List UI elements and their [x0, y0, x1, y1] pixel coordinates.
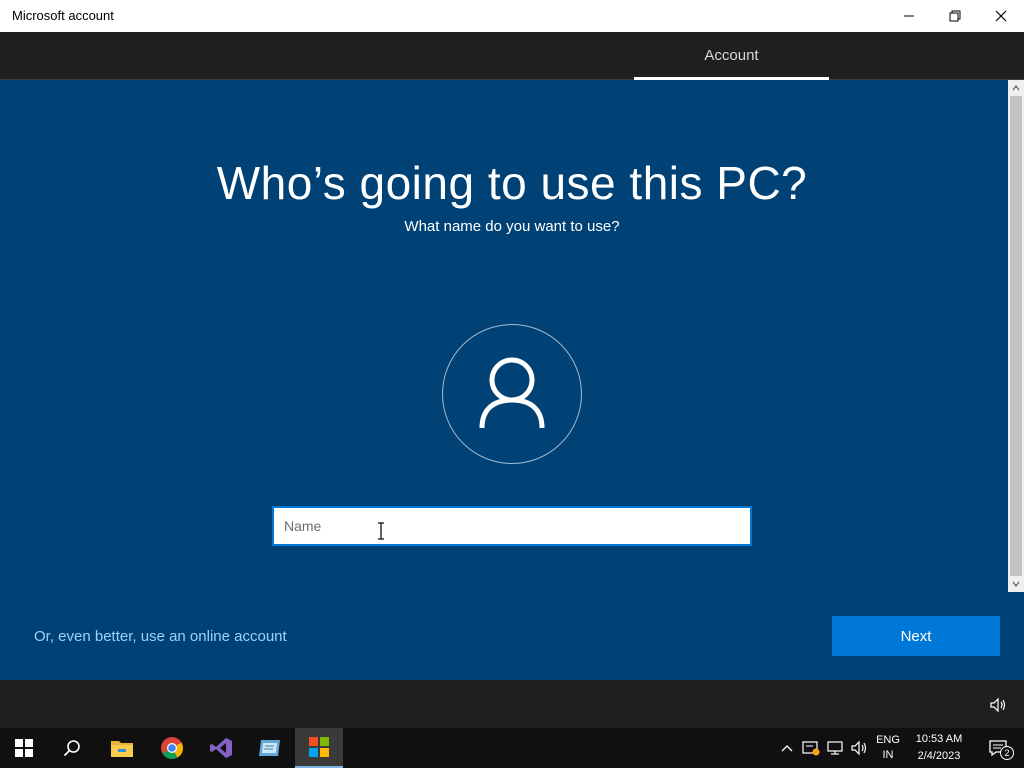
scrollbar[interactable]: [1008, 80, 1024, 592]
taskbar-chrome[interactable]: [148, 728, 196, 768]
avatar: [442, 324, 582, 464]
chevron-down-icon: [1012, 581, 1020, 587]
scroll-up-button[interactable]: [1008, 80, 1024, 96]
file-explorer-icon: [111, 741, 133, 757]
close-icon: [995, 10, 1007, 22]
clock-date: 2/4/2023: [917, 750, 961, 762]
close-button[interactable]: [978, 0, 1024, 32]
start-icon: [15, 739, 33, 757]
clock[interactable]: 10:53 AM 2/4/2023: [908, 728, 970, 768]
restore-button[interactable]: [932, 0, 978, 32]
page-subtitle: What name do you want to use?: [404, 218, 620, 235]
taskbar: ENG IN 10:53 AM 2/4/2023 2: [0, 728, 1024, 768]
main-panel: Who’s going to use this PC? What name do…: [0, 80, 1008, 680]
security-icon: [802, 741, 820, 756]
oobe-header: Account: [0, 32, 1024, 80]
taskbar-visual-studio[interactable]: [197, 728, 245, 768]
notification-count-badge: 2: [1000, 746, 1014, 760]
start-button[interactable]: [0, 728, 48, 768]
language-code: ENG: [876, 734, 900, 746]
online-account-link[interactable]: Or, even better, use an online account: [34, 628, 287, 645]
microsoft-logo-icon: [309, 737, 329, 757]
visual-studio-icon: [210, 738, 232, 758]
language-region: IN: [882, 749, 894, 761]
name-input[interactable]: [274, 508, 750, 544]
window-titlebar: Microsoft account: [0, 0, 1024, 32]
restore-icon: [949, 10, 961, 22]
scrollbar-thumb[interactable]: [1010, 96, 1022, 576]
chevron-up-icon: [781, 745, 793, 752]
minimize-button[interactable]: [886, 0, 932, 32]
input-language[interactable]: ENG IN: [872, 728, 904, 768]
minimize-icon: [904, 15, 914, 17]
page-title: Who’s going to use this PC?: [216, 157, 808, 209]
network-icon: [827, 741, 843, 755]
text-cursor-icon: [378, 522, 384, 540]
taskbar-app[interactable]: [246, 728, 294, 768]
chevron-up-icon: [1012, 85, 1020, 91]
user-icon: [479, 357, 545, 429]
taskbar-file-explorer[interactable]: [98, 728, 146, 768]
volume-button[interactable]: [984, 694, 1012, 716]
scroll-down-button[interactable]: [1008, 576, 1024, 592]
tray-network[interactable]: [824, 728, 846, 768]
tray-volume[interactable]: [848, 728, 870, 768]
tab-account-label: Account: [704, 47, 759, 64]
speaker-icon: [851, 740, 867, 756]
action-center-button[interactable]: 2: [978, 728, 1018, 768]
tray-security[interactable]: [800, 728, 822, 768]
chrome-icon: [161, 737, 183, 759]
speaker-icon: [990, 697, 1006, 713]
next-button[interactable]: Next: [832, 616, 1000, 656]
search-button[interactable]: [48, 728, 96, 768]
window-title: Microsoft account: [12, 8, 114, 23]
name-field[interactable]: [272, 506, 752, 546]
show-hidden-icons-button[interactable]: [776, 728, 798, 768]
oobe-footer: [0, 680, 1024, 728]
search-icon: [63, 740, 80, 757]
taskbar-microsoft-account[interactable]: [295, 728, 343, 768]
app-icon: [259, 740, 280, 756]
clock-time: 10:53 AM: [915, 733, 963, 745]
tab-account: Account: [634, 32, 829, 80]
